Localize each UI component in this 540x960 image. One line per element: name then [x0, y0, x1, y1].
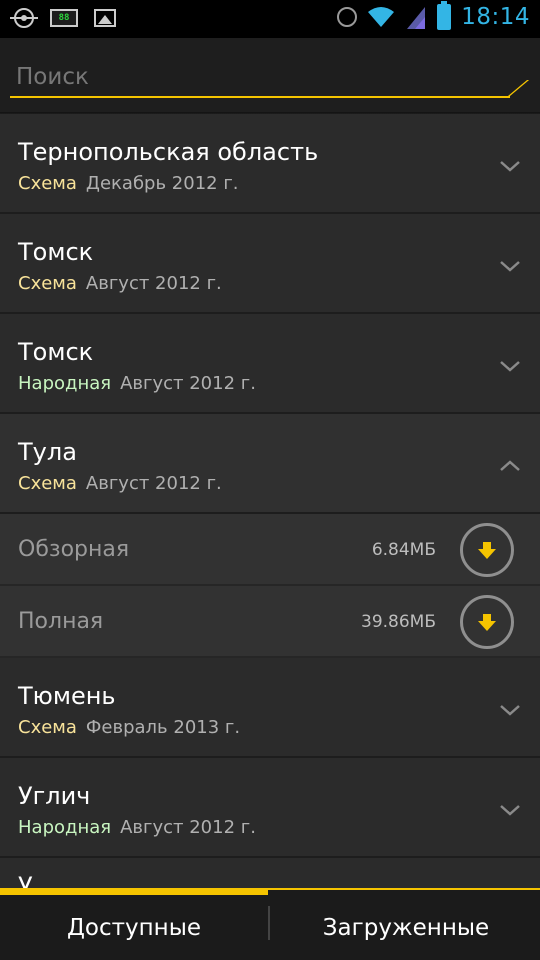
region-subtitle: Схема Август 2012 г.: [18, 273, 222, 294]
chevron-down-icon[interactable]: [498, 798, 522, 822]
chevron-down-icon[interactable]: [498, 254, 522, 278]
wifi-icon: [368, 7, 395, 27]
download-arrow-icon: [478, 614, 496, 631]
region-title: Тюмень: [18, 682, 116, 710]
download-label: Полная: [18, 609, 104, 634]
tab-top-line: [268, 888, 540, 890]
map-date: Август 2012 г.: [120, 373, 256, 394]
tab-divider: [268, 906, 270, 940]
battery-icon: [437, 1, 452, 30]
download-row-full: Полная 39.86МБ: [0, 586, 540, 658]
chevron-down-icon[interactable]: [498, 154, 522, 178]
image-icon: [94, 9, 116, 27]
map-date: Август 2012 г.: [85, 473, 222, 494]
chevron-up-icon[interactable]: [498, 454, 522, 478]
search-underline-tick: [508, 80, 530, 96]
signal-icon: [407, 7, 426, 29]
list-item-expanded[interactable]: Тула Схема Август 2012 г.: [0, 414, 540, 514]
list-item[interactable]: Тюмень Схема Февраль 2013 г.: [0, 658, 540, 758]
list-item[interactable]: Томск Схема Август 2012 г.: [0, 214, 540, 314]
map-type: Народная: [18, 373, 112, 394]
download-button[interactable]: [460, 595, 514, 649]
region-subtitle: Схема Август 2012 г.: [18, 473, 222, 494]
map-type: Схема: [18, 473, 77, 494]
region-list: Тернопольская область Схема Декабрь 2012 …: [0, 114, 540, 858]
map-date: Август 2012 г.: [120, 817, 256, 838]
region-subtitle: Народная Август 2012 г.: [18, 817, 256, 838]
chevron-down-icon[interactable]: [498, 698, 522, 722]
bottom-tab-bar: Доступные Загруженные: [0, 888, 540, 960]
map-type: Народная: [18, 817, 112, 838]
map-type: Схема: [18, 717, 77, 738]
map-date: Февраль 2013 г.: [85, 717, 241, 738]
tab-active-indicator: [0, 888, 268, 895]
gps-icon: [10, 8, 38, 28]
search-input[interactable]: [16, 60, 506, 94]
download-button[interactable]: [460, 523, 514, 577]
region-title: Тернопольская область: [18, 138, 319, 166]
map-date: Декабрь 2012 г.: [85, 173, 239, 194]
download-row-overview: Обзорная 6.84МБ: [0, 514, 540, 586]
map-date: Август 2012 г.: [85, 273, 222, 294]
map-type: Схема: [18, 273, 77, 294]
list-item[interactable]: Тернопольская область Схема Декабрь 2012 …: [0, 114, 540, 214]
search-bar: [0, 38, 540, 112]
list-item[interactable]: Углич Народная Август 2012 г.: [0, 758, 540, 858]
map-type: Схема: [18, 173, 77, 194]
download-arrow-icon: [478, 542, 496, 559]
download-size: 6.84МБ: [371, 540, 436, 560]
region-subtitle: Схема Февраль 2013 г.: [18, 717, 240, 738]
region-title: Томск: [18, 238, 94, 266]
alarm-icon: [337, 7, 358, 27]
download-label: Обзорная: [18, 537, 130, 562]
download-size: 39.86МБ: [361, 612, 436, 632]
search-underline: [10, 96, 510, 98]
clock: 18:14: [461, 4, 530, 30]
chevron-down-icon[interactable]: [498, 354, 522, 378]
region-title: Тула: [18, 438, 77, 466]
list-item[interactable]: Томск Народная Август 2012 г.: [0, 314, 540, 414]
battery-indicator-icon: 88: [50, 9, 78, 27]
region-title: Томск: [18, 338, 94, 366]
tab-downloaded[interactable]: Загруженные: [272, 895, 540, 960]
status-bar: 88 18:14: [0, 0, 540, 38]
region-subtitle: Схема Декабрь 2012 г.: [18, 173, 239, 194]
region-title: Углич: [18, 782, 91, 810]
region-subtitle: Народная Август 2012 г.: [18, 373, 256, 394]
tab-available[interactable]: Доступные: [0, 895, 268, 960]
